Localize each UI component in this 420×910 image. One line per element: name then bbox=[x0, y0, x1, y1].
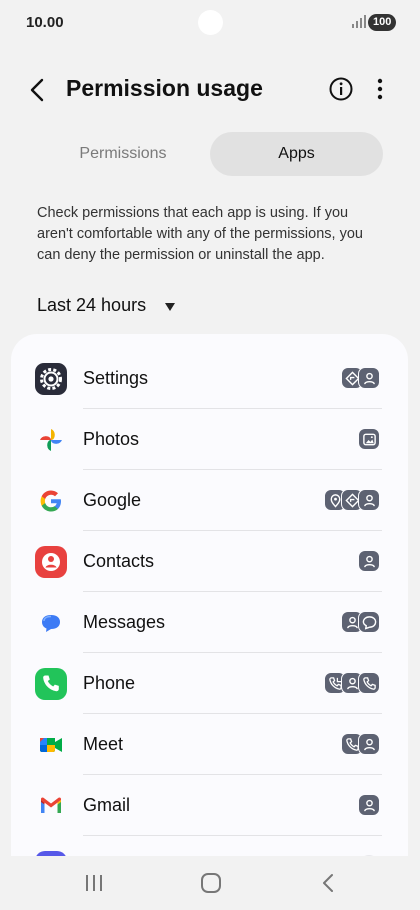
permission-icons bbox=[358, 428, 380, 452]
permission-icons bbox=[341, 611, 380, 635]
view-tabs: Permissions Apps bbox=[38, 132, 383, 176]
messages-bubble-icon bbox=[35, 607, 67, 639]
recent-apps-icon[interactable] bbox=[84, 873, 104, 893]
permission-icons bbox=[358, 794, 380, 818]
tab-apps[interactable]: Apps bbox=[210, 132, 383, 176]
contacts-icon bbox=[358, 550, 380, 572]
navigation-bar bbox=[0, 856, 420, 910]
app-row-phone[interactable]: Phone bbox=[11, 653, 408, 714]
phone-app-icon bbox=[35, 668, 67, 700]
app-row-photos[interactable]: Photos bbox=[11, 409, 408, 470]
sms-icon bbox=[358, 611, 380, 633]
time-range-label: Last 24 hours bbox=[37, 295, 147, 315]
contacts-icon bbox=[358, 733, 380, 755]
gmail-m-icon bbox=[35, 790, 67, 822]
permission-icons bbox=[341, 733, 380, 757]
home-icon[interactable] bbox=[200, 872, 222, 894]
back-arrow-icon[interactable] bbox=[24, 76, 52, 104]
time-range-dropdown[interactable]: Last 24 hours bbox=[37, 295, 175, 321]
status-bar: 10.00 100 bbox=[0, 0, 420, 46]
app-row-contacts[interactable]: Contacts bbox=[11, 531, 408, 592]
front-camera-cutout bbox=[198, 10, 223, 35]
app-bar: Permission usage bbox=[0, 62, 420, 116]
meet-camera-icon bbox=[35, 729, 67, 761]
nav-back-icon[interactable] bbox=[318, 872, 340, 894]
app-row-gmail[interactable]: Gmail bbox=[11, 775, 408, 836]
app-name: Google bbox=[83, 490, 142, 510]
app-row-meet[interactable]: Meet bbox=[11, 714, 408, 775]
status-time: 10.00 bbox=[26, 14, 64, 31]
battery-indicator: 100 bbox=[368, 14, 397, 31]
contacts-icon bbox=[358, 794, 380, 816]
more-options-icon[interactable] bbox=[370, 76, 390, 102]
signal-icon bbox=[352, 15, 366, 28]
permission-icons bbox=[341, 367, 380, 391]
contacts-app-icon bbox=[35, 546, 67, 578]
app-row-settings[interactable]: Settings bbox=[11, 348, 408, 409]
app-name: Gmail bbox=[83, 795, 131, 815]
app-row-google[interactable]: Google bbox=[11, 470, 408, 531]
tab-permissions[interactable]: Permissions bbox=[38, 132, 208, 176]
app-name: Messages bbox=[83, 612, 166, 632]
permission-icons bbox=[358, 550, 380, 574]
photos-icon bbox=[358, 428, 380, 450]
info-icon[interactable] bbox=[328, 76, 354, 102]
description-text: Check permissions that each app is using… bbox=[37, 205, 363, 263]
contacts-icon bbox=[358, 489, 380, 511]
app-row-messages[interactable]: Messages bbox=[11, 592, 408, 653]
app-name: Phone bbox=[83, 673, 136, 693]
app-name: Contacts bbox=[83, 551, 155, 571]
caret-down-icon bbox=[165, 303, 175, 311]
photos-pinwheel-icon bbox=[35, 424, 67, 456]
settings-gear-icon bbox=[35, 363, 67, 395]
app-name: Photos bbox=[83, 429, 140, 449]
app-name: Meet bbox=[83, 734, 124, 754]
page-title: Permission usage bbox=[66, 75, 263, 101]
permission-icons bbox=[324, 672, 380, 696]
app-name: Settings bbox=[83, 368, 149, 388]
google-g-icon bbox=[35, 485, 67, 517]
app-list: Settings Photos Google Contacts Messages Phon… bbox=[11, 334, 408, 910]
permission-icons bbox=[324, 489, 380, 513]
contacts-icon bbox=[358, 367, 380, 389]
phone-icon bbox=[358, 672, 380, 694]
